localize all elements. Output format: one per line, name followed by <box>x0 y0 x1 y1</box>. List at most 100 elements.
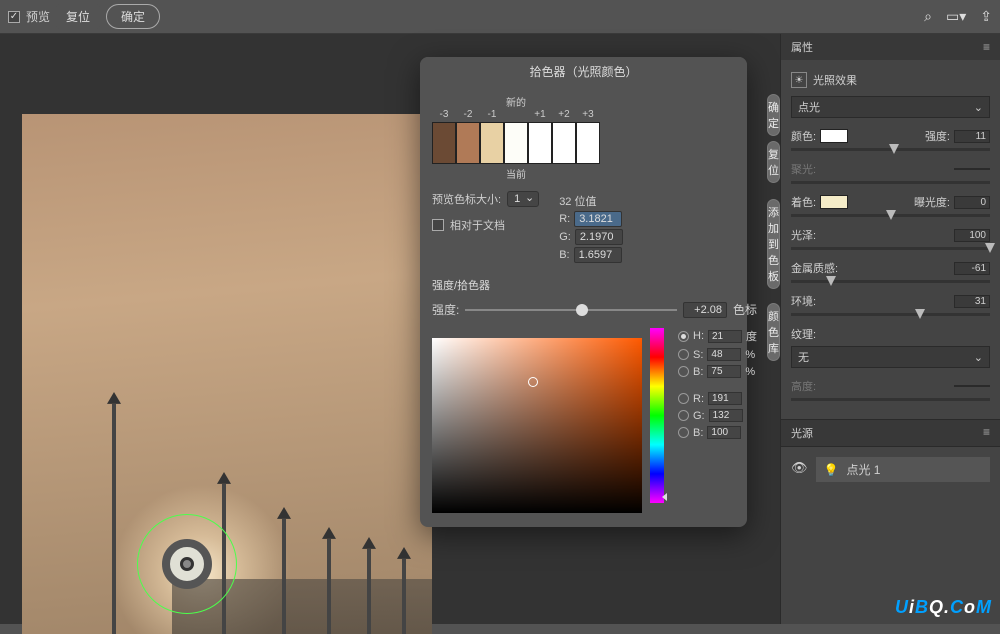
stop-swatch[interactable] <box>528 122 552 164</box>
g-input[interactable]: 132 <box>709 409 743 422</box>
dialog-title: 拾色器（光照颜色） <box>420 57 747 86</box>
light-gizmo-center[interactable] <box>180 557 194 571</box>
scene-lamp <box>367 549 371 634</box>
stop-swatch[interactable] <box>432 122 456 164</box>
g32-input[interactable]: 2.1970 <box>575 229 623 245</box>
lights-menu-icon[interactable]: ≡ <box>983 425 990 441</box>
ambient-slider[interactable] <box>791 313 990 316</box>
hue-slider[interactable] <box>650 328 664 503</box>
stop-label: -3 <box>432 109 456 120</box>
stop-swatch[interactable] <box>576 122 600 164</box>
panel-menu-icon[interactable]: ≡ <box>983 40 990 54</box>
color-field-cursor[interactable] <box>528 377 538 387</box>
workspace-icon[interactable]: ▭▾ <box>946 8 966 25</box>
light-type-select[interactable]: 点光⌄ <box>791 96 990 118</box>
relative-to-doc-label: 相对于文档 <box>450 217 505 233</box>
b-input[interactable]: 75 <box>707 365 741 378</box>
gloss-value[interactable]: 100 <box>954 229 990 242</box>
intensity-slider[interactable] <box>791 148 990 151</box>
chevron-down-icon: ⌄ <box>974 101 983 114</box>
stop-label: -1 <box>480 109 504 120</box>
lighting-effect-icon: ☀ <box>791 72 807 88</box>
document-canvas[interactable] <box>22 114 432 634</box>
gloss-slider[interactable] <box>791 247 990 250</box>
h-radio[interactable] <box>678 331 689 342</box>
effect-name: 光照效果 <box>813 72 857 88</box>
intensity-unit: 色标 <box>733 301 757 318</box>
exposure-slider[interactable] <box>791 214 990 217</box>
exposure-value[interactable]: 0 <box>954 196 990 209</box>
metallic-value[interactable]: -61 <box>954 262 990 275</box>
b2-input[interactable]: 100 <box>707 426 741 439</box>
chevron-down-icon: ⌄ <box>974 351 983 364</box>
tint-label: 着色: <box>791 194 816 210</box>
share-icon[interactable]: ⇪ <box>980 8 992 25</box>
preview-checkbox[interactable] <box>8 11 20 23</box>
texture-label: 纹理: <box>791 326 816 342</box>
preview-label: 预览 <box>26 8 50 25</box>
height-label: 高度: <box>791 378 816 394</box>
s-input[interactable]: 48 <box>707 348 741 361</box>
tint-swatch[interactable] <box>820 195 848 209</box>
light-item-label: 点光 1 <box>846 461 880 478</box>
relative-to-doc-checkbox[interactable] <box>432 219 444 231</box>
top-toolbar: 预览 复位 确定 ⌕ ▭▾ ⇪ <box>0 0 1000 34</box>
stop-swatch[interactable] <box>456 122 480 164</box>
intensity-label: 强度: <box>432 301 459 318</box>
ambient-label: 环境: <box>791 293 816 309</box>
stops-labels: -3-2-1+1+2+3 <box>432 109 600 120</box>
search-icon[interactable]: ⌕ <box>924 8 932 25</box>
metallic-slider[interactable] <box>791 280 990 283</box>
panel-title: 属性 <box>791 39 813 55</box>
intensity-slider[interactable] <box>465 309 677 311</box>
height-slider <box>791 398 990 401</box>
reset-button[interactable]: 复位 <box>56 4 100 29</box>
b2-radio[interactable] <box>678 427 689 438</box>
texture-select[interactable]: 无⌄ <box>791 346 990 368</box>
stop-label: +1 <box>528 109 552 120</box>
metallic-label: 金属质感: <box>791 260 838 276</box>
spotlight-label: 聚光: <box>791 161 816 177</box>
height-value <box>954 385 990 387</box>
light-list-item[interactable]: 💡 点光 1 <box>816 457 990 482</box>
panel-intensity-value[interactable]: 11 <box>954 130 990 143</box>
b-radio[interactable] <box>678 366 689 377</box>
s-radio[interactable] <box>678 349 689 360</box>
color-label: 颜色: <box>791 128 816 144</box>
dialog-reset-button[interactable]: 复位 <box>767 141 780 183</box>
dialog-ok-button[interactable]: 确定 <box>767 94 780 136</box>
new-label: 新的 <box>432 94 600 109</box>
intensity-value[interactable]: +2.08 <box>683 302 727 318</box>
spotlight-slider <box>791 181 990 184</box>
g-radio[interactable] <box>678 410 689 421</box>
visibility-toggle[interactable]: 👁 <box>791 460 808 476</box>
gloss-label: 光泽: <box>791 227 816 243</box>
r-input[interactable]: 191 <box>708 392 742 405</box>
preview-swatch-label: 预览色标大小: <box>432 191 501 207</box>
color-swatch[interactable] <box>820 129 848 143</box>
r32-input[interactable]: 3.1821 <box>574 211 622 227</box>
lights-section-title: 光源 <box>791 425 813 441</box>
h-input[interactable]: 21 <box>708 330 742 343</box>
ok-button[interactable]: 确定 <box>106 4 160 29</box>
stop-swatch[interactable] <box>480 122 504 164</box>
b32-input[interactable]: 1.6597 <box>574 247 622 263</box>
stop-label: -2 <box>456 109 480 120</box>
hue-slider-thumb[interactable] <box>662 493 667 501</box>
r-radio[interactable] <box>678 393 689 404</box>
stop-swatch[interactable] <box>552 122 576 164</box>
scene-lamp <box>402 559 406 634</box>
color-field[interactable] <box>432 338 642 513</box>
color-libraries-button[interactable]: 颜色库 <box>767 303 780 361</box>
scene-lamp <box>327 539 331 634</box>
topbar-left: 预览 复位 确定 <box>8 4 160 29</box>
stop-swatch[interactable] <box>504 122 528 164</box>
stops-swatches <box>432 122 600 164</box>
preview-swatch-select[interactable]: 1 <box>507 191 539 207</box>
add-to-swatches-button[interactable]: 添加到色板 <box>767 199 780 289</box>
intensity-section-title: 强度/拾色器 <box>432 277 757 293</box>
r-label: R: <box>559 213 570 225</box>
ambient-value[interactable]: 31 <box>954 295 990 308</box>
panel-intensity-label: 强度: <box>925 128 950 144</box>
stop-label: +2 <box>552 109 576 120</box>
